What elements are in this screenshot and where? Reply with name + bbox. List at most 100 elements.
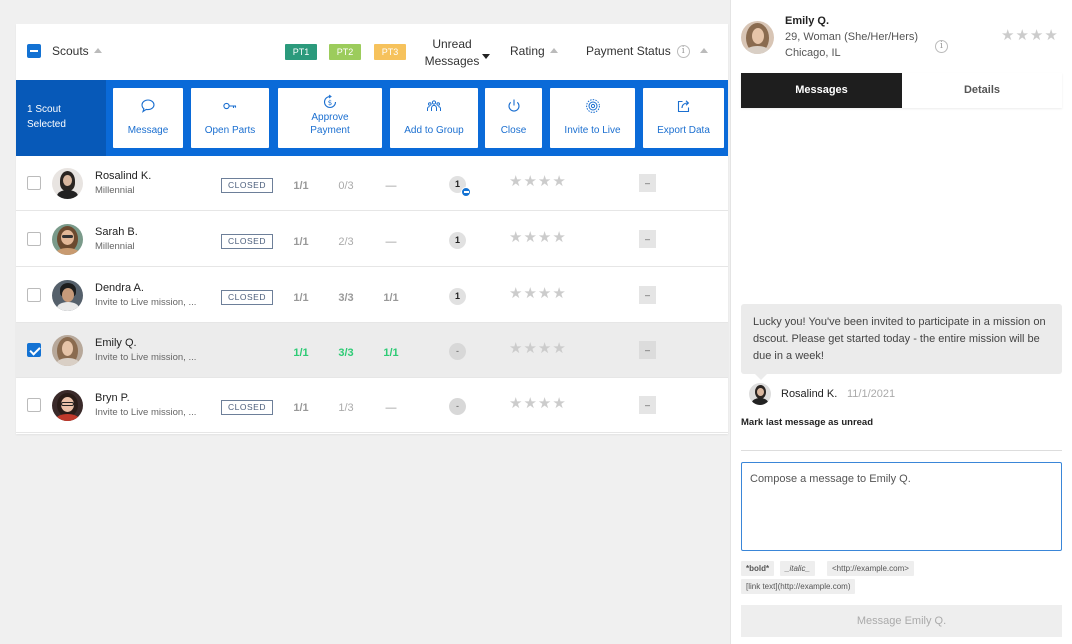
approve-payment-line1: Approve	[311, 112, 349, 123]
row-checkbox[interactable]	[27, 176, 41, 190]
info-icon: i	[935, 40, 948, 54]
table-row[interactable]: Sarah B. Millennial CLOSED 1/1 2/3 — 1 ★…	[16, 212, 728, 267]
scout-name[interactable]: Sarah B.	[95, 226, 138, 238]
group-icon	[427, 100, 441, 111]
unread-count-badge[interactable]: 1	[449, 176, 471, 197]
bold-format-hint: *bold*	[741, 561, 775, 576]
scout-name[interactable]: Dendra A.	[95, 282, 144, 294]
scout-demographics: 29, Woman (She/Her/Hers)	[785, 31, 919, 43]
broadcast-icon	[585, 99, 600, 113]
scout-subtitle: Invite to Live mission, ...	[95, 297, 197, 308]
pt3-progress: 1/1	[383, 292, 399, 304]
table-row[interactable]: Rosalind K. Millennial CLOSED 1/1 0/3 — …	[16, 156, 728, 211]
message-date: 11/1/2021	[847, 388, 896, 400]
selection-count-line1: 1 Scout	[27, 104, 61, 115]
bulk-action-bar: 1 Scout Selected Message Open Parts $ Ap…	[16, 80, 728, 156]
unread-count: 1	[454, 179, 460, 189]
scout-subtitle: Invite to Live mission, ...	[95, 407, 197, 418]
tab-messages[interactable]: Messages	[741, 73, 902, 108]
rating-stars[interactable]: ★★★★	[509, 394, 567, 412]
scouts-column-header[interactable]: Scouts	[52, 44, 102, 58]
unread-count-badge[interactable]: 1	[449, 232, 466, 249]
close-button[interactable]: Close	[485, 88, 542, 148]
avatar	[52, 224, 83, 255]
row-checkbox[interactable]	[27, 398, 41, 412]
pt3-progress: —	[385, 180, 397, 192]
payment-status[interactable]: –	[639, 396, 656, 414]
sort-desc-icon[interactable]	[482, 49, 490, 63]
link-format-hint: <http://example.com>	[827, 561, 914, 576]
scout-location: Chicago, IL	[785, 47, 841, 59]
rating-stars[interactable]: ★★★★	[509, 228, 567, 246]
invite-to-live-label: Invite to Live	[564, 125, 621, 136]
pt1-progress: 1/1	[293, 236, 309, 248]
open-parts-button-label: Open Parts	[204, 125, 256, 136]
scout-name[interactable]: Bryn P.	[95, 392, 130, 404]
scouts-header-label: Scouts	[52, 44, 89, 58]
open-parts-button[interactable]: Open Parts	[191, 88, 269, 148]
tab-details[interactable]: Details	[902, 73, 1062, 108]
sort-icon	[93, 48, 102, 54]
add-to-group-button[interactable]: Add to Group	[390, 88, 478, 148]
unread-count: 1	[454, 291, 460, 301]
payment-header-label: Payment Status	[586, 44, 671, 58]
divider	[741, 450, 1062, 451]
sort-icon	[549, 48, 558, 54]
payment-status[interactable]: –	[639, 341, 656, 359]
payment-status[interactable]: –	[639, 230, 656, 248]
info-icon-wrapper[interactable]: i	[935, 39, 948, 54]
sender-name: Rosalind K.	[781, 388, 838, 400]
pt2-progress: 3/3	[338, 347, 354, 359]
compose-message-input[interactable]	[741, 462, 1062, 551]
rating-stars[interactable]: ★★★★	[509, 172, 567, 190]
pt2-progress: 3/3	[338, 292, 354, 304]
select-all-checkbox[interactable]	[27, 44, 41, 58]
avatar	[52, 335, 83, 366]
payment-status[interactable]: –	[639, 286, 656, 304]
row-checkbox[interactable]	[27, 343, 41, 357]
chat-bubble-icon	[141, 99, 155, 113]
svg-text:$: $	[328, 99, 332, 107]
power-icon	[507, 99, 520, 112]
scout-subtitle: Millennial	[95, 241, 135, 252]
pt2-progress: 0/3	[338, 180, 354, 192]
approve-payment-button[interactable]: $ Approve Payment	[278, 88, 382, 148]
pt2-progress: 1/3	[338, 402, 354, 414]
payment-status[interactable]: –	[639, 174, 656, 192]
unread-count-badge[interactable]: -	[449, 398, 466, 415]
table-row[interactable]: Emily Q. Invite to Live mission, ... 1/1…	[16, 323, 728, 378]
payment-status-column-header[interactable]: Payment Status i	[586, 44, 708, 59]
pt2-badge: PT2	[329, 44, 361, 60]
avatar	[52, 168, 83, 199]
invite-to-live-button[interactable]: Invite to Live	[550, 88, 635, 148]
pt3-progress: 1/1	[383, 347, 399, 359]
rating-stars[interactable]: ★★★★	[1001, 26, 1059, 44]
scout-name[interactable]: Rosalind K.	[95, 170, 151, 182]
send-message-button[interactable]: Message Emily Q.	[741, 605, 1062, 637]
message-button[interactable]: Message	[113, 88, 183, 148]
unread-count-badge[interactable]: 1	[449, 288, 466, 305]
table-row[interactable]: Bryn P. Invite to Live mission, ... CLOS…	[16, 378, 728, 433]
rating-column-header[interactable]: Rating	[510, 44, 558, 58]
approve-payment-line2: Payment	[310, 125, 350, 136]
scout-name[interactable]: Emily Q.	[95, 337, 137, 349]
mark-unread-link[interactable]: Mark last message as unread	[741, 417, 873, 428]
pt1-progress: 1/1	[293, 347, 309, 359]
sender-avatar	[749, 383, 771, 405]
add-to-group-label: Add to Group	[404, 125, 464, 136]
row-checkbox[interactable]	[27, 288, 41, 302]
rating-stars[interactable]: ★★★★	[509, 284, 567, 302]
status-badge: CLOSED	[221, 234, 273, 249]
table-row[interactable]: Dendra A. Invite to Live mission, ... CL…	[16, 268, 728, 323]
rating-header-label: Rating	[510, 44, 545, 58]
pt3-badge: PT3	[374, 44, 406, 60]
pt1-progress: 1/1	[293, 402, 309, 414]
unread-messages-column-header[interactable]: Unread Messages	[422, 36, 482, 70]
unread-count-badge[interactable]: -	[449, 343, 466, 360]
avatar	[52, 390, 83, 421]
unread-header-line1: Unread	[432, 37, 472, 51]
rating-stars[interactable]: ★★★★	[509, 339, 567, 357]
info-icon[interactable]: i	[676, 45, 690, 59]
export-data-button[interactable]: Export Data	[643, 88, 724, 148]
row-checkbox[interactable]	[27, 232, 41, 246]
